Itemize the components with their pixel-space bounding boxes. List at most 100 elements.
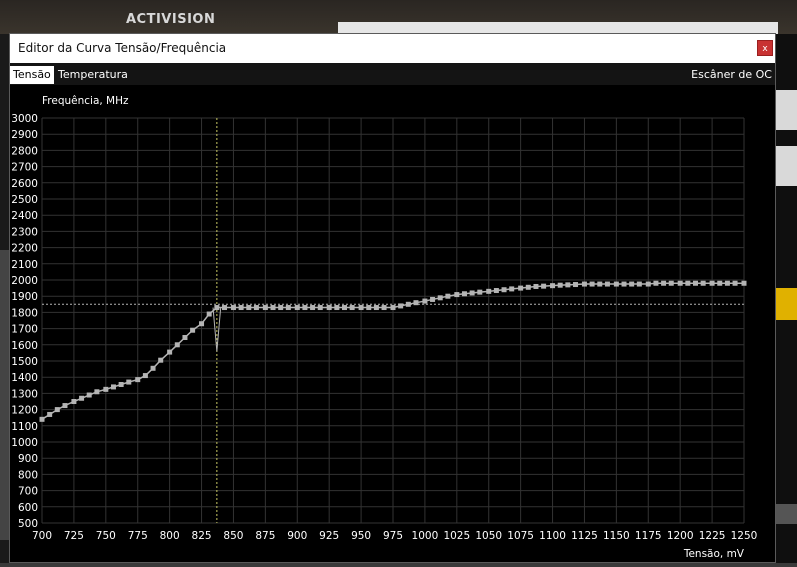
curve-point[interactable] — [525, 284, 531, 290]
curve-point[interactable] — [246, 305, 252, 311]
curve-point[interactable] — [565, 282, 571, 288]
curve-point[interactable] — [54, 407, 60, 413]
curve-point[interactable] — [135, 377, 141, 383]
curve-point[interactable] — [541, 283, 547, 289]
curve-point[interactable] — [167, 349, 173, 355]
curve-point[interactable] — [413, 300, 419, 306]
curve-point[interactable] — [668, 280, 674, 286]
curve-point[interactable] — [645, 281, 651, 287]
curve-point[interactable] — [557, 282, 563, 288]
title-bar[interactable]: Editor da Curva Tensão/Frequência x — [10, 34, 775, 63]
curve-point[interactable] — [597, 281, 603, 287]
curve-point[interactable] — [230, 305, 236, 311]
curve-point[interactable] — [486, 288, 492, 294]
curve-point[interactable] — [310, 305, 316, 311]
curve-point[interactable] — [39, 416, 45, 422]
curve-point[interactable] — [381, 305, 387, 311]
curve-point[interactable] — [430, 296, 436, 302]
curve-point[interactable] — [629, 281, 635, 287]
curve-point[interactable] — [405, 301, 411, 307]
curve-point[interactable] — [110, 384, 116, 390]
curve-point[interactable] — [573, 282, 579, 288]
curve-point[interactable] — [71, 399, 77, 404]
curve-point[interactable] — [454, 292, 460, 298]
curve-point[interactable] — [477, 289, 483, 295]
y-tick-label: 1700 — [11, 324, 38, 336]
curve-point[interactable] — [589, 281, 595, 287]
curve-point[interactable] — [334, 305, 340, 311]
curve-point[interactable] — [724, 280, 730, 286]
curve-point[interactable] — [326, 305, 332, 311]
curve-point[interactable] — [550, 283, 556, 289]
curve-point[interactable] — [79, 395, 85, 401]
curve-point[interactable] — [158, 357, 164, 363]
curve-point[interactable] — [142, 373, 148, 379]
curve-point[interactable] — [677, 280, 683, 286]
curve-point[interactable] — [214, 305, 220, 311]
curve-point[interactable] — [270, 305, 276, 311]
curve-point[interactable] — [685, 280, 691, 286]
curve-point[interactable] — [445, 293, 451, 299]
y-tick-label: 2700 — [11, 162, 38, 174]
tab-temperatura[interactable]: Temperatura — [55, 66, 131, 84]
curve-point[interactable] — [62, 403, 68, 409]
curve-point[interactable] — [700, 280, 706, 286]
vf-curve-chart[interactable]: 500 600 700 800 900 1000 1100 1200 1300 1400 1500 1… — [10, 85, 775, 562]
close-button[interactable]: x — [757, 40, 773, 56]
curve-point[interactable] — [653, 280, 659, 286]
tab-bar: Tensão Temperatura Escâner de OC — [10, 63, 775, 85]
curve-point[interactable] — [437, 295, 443, 301]
curve-point[interactable] — [47, 411, 53, 417]
curve-point[interactable] — [349, 305, 355, 311]
curve-point[interactable] — [717, 280, 723, 286]
curve-point[interactable] — [317, 305, 323, 311]
curve-point[interactable] — [341, 305, 347, 311]
curve-point[interactable] — [661, 280, 667, 286]
curve-point[interactable] — [621, 281, 627, 287]
curve-point[interactable] — [182, 335, 188, 341]
curve-point[interactable] — [493, 288, 499, 294]
curve-point[interactable] — [604, 281, 610, 287]
curve-point[interactable] — [366, 305, 372, 311]
curve-point[interactable] — [501, 287, 507, 293]
curve-point[interactable] — [206, 311, 212, 317]
curve-point[interactable] — [126, 379, 132, 385]
curve-point[interactable] — [262, 305, 268, 311]
x-tick-label: 1100 — [539, 530, 566, 542]
curve-point[interactable] — [518, 285, 524, 291]
background-bottom-strip — [0, 563, 797, 567]
curve-point[interactable] — [118, 381, 124, 387]
tab-tensao[interactable]: Tensão — [10, 66, 54, 84]
oc-scanner-button[interactable]: Escâner de OC — [691, 66, 772, 84]
curve-point[interactable] — [636, 281, 642, 287]
curve-point[interactable] — [222, 305, 228, 311]
curve-point[interactable] — [692, 280, 698, 286]
curve-point[interactable] — [461, 291, 467, 297]
curve-point[interactable] — [294, 305, 300, 311]
curve-point[interactable] — [741, 280, 747, 286]
curve-point[interactable] — [253, 305, 259, 311]
curve-point[interactable] — [709, 280, 715, 286]
curve-point[interactable] — [150, 365, 156, 371]
curve-point[interactable] — [422, 298, 428, 304]
curve-point[interactable] — [509, 286, 515, 292]
curve-point[interactable] — [373, 305, 379, 311]
curve-point[interactable] — [278, 305, 284, 311]
curve-point[interactable] — [390, 305, 396, 311]
curve-point[interactable] — [174, 342, 180, 348]
curve-point[interactable] — [581, 281, 587, 287]
curve-point[interactable] — [190, 327, 196, 333]
curve-point[interactable] — [358, 305, 364, 311]
curve-point[interactable] — [199, 321, 205, 327]
curve-point[interactable] — [732, 280, 738, 286]
curve-point[interactable] — [86, 392, 92, 398]
curve-point[interactable] — [613, 281, 619, 287]
curve-point[interactable] — [469, 290, 475, 296]
curve-point[interactable] — [302, 305, 308, 311]
curve-point[interactable] — [533, 283, 539, 289]
curve-point[interactable] — [103, 386, 109, 392]
curve-point[interactable] — [94, 389, 100, 395]
curve-point[interactable] — [398, 303, 404, 309]
curve-point[interactable] — [238, 305, 244, 311]
curve-point[interactable] — [285, 305, 291, 311]
